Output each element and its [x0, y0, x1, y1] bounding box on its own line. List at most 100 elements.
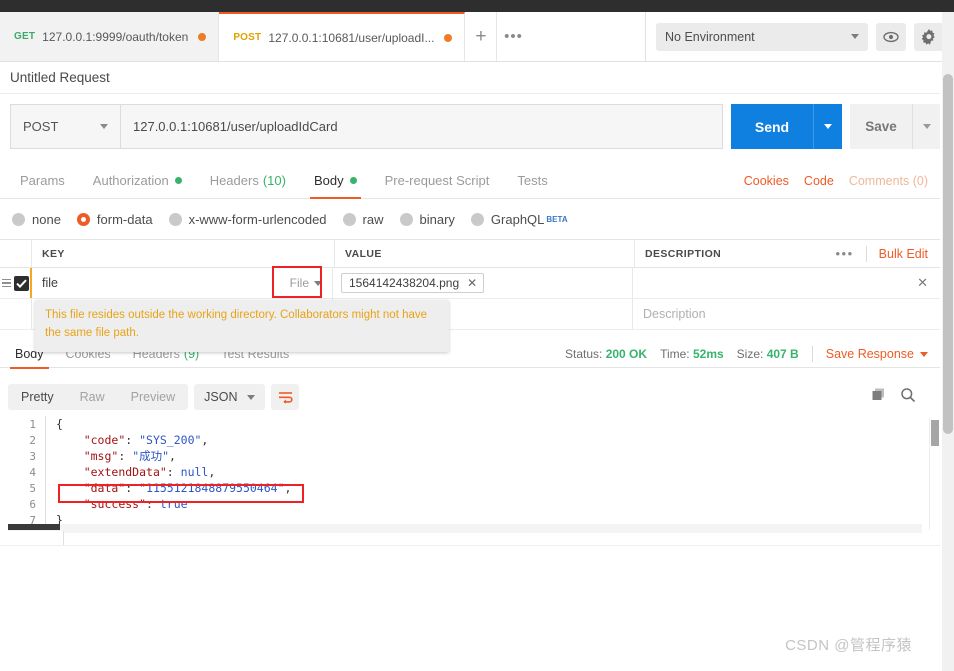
tab-tests-label: Tests — [517, 173, 548, 188]
drag-handle-icon[interactable] — [2, 278, 11, 288]
copy-button[interactable] — [871, 387, 886, 407]
response-body-footer-strip — [8, 531, 64, 545]
table-options-button[interactable]: ••• — [836, 246, 854, 261]
settings-button[interactable] — [914, 22, 944, 51]
line-number: 5 — [29, 481, 36, 495]
body-type-options: none form-data x-www-form-urlencoded raw… — [10, 200, 940, 238]
tab-headers[interactable]: Headers (10) — [196, 163, 300, 198]
row-key-type-select[interactable]: File — [290, 276, 328, 290]
copy-icon — [872, 388, 884, 400]
response-body-horizontal-scrollbar[interactable] — [8, 524, 922, 533]
body-type-x-www-form-urlencoded[interactable]: x-www-form-urlencoded — [167, 212, 337, 227]
line-content: "msg": "成功", — [83, 449, 176, 463]
response-body-viewer[interactable]: 1{2 "code": "SYS_200", 3 "msg": "成功", 4 "e… — [8, 416, 922, 534]
response-viewer-actions — [871, 387, 940, 408]
body-type-graphql-label: GraphQL — [490, 211, 545, 227]
http-method-select[interactable]: POST — [10, 104, 120, 149]
row-description-cell[interactable]: Description — [633, 299, 940, 329]
beta-badge: BETA — [546, 214, 568, 224]
tab-body[interactable]: Body — [300, 163, 371, 199]
save-response-button[interactable]: Save Response — [826, 347, 928, 361]
response-format-value: JSON — [204, 390, 238, 404]
request-tab-1[interactable]: POST 127.0.0.1:10681/user/uploadI... — [219, 12, 466, 61]
environment-select[interactable]: No Environment — [656, 22, 868, 51]
code-link[interactable]: Code — [804, 174, 834, 188]
view-mode-preview[interactable]: Preview — [118, 384, 188, 410]
check-icon — [16, 279, 27, 288]
status-label: Status: — [565, 347, 603, 361]
scrollbar-thumb[interactable] — [8, 524, 60, 530]
tab-pre-request-script[interactable]: Pre-request Script — [371, 163, 504, 198]
body-type-raw-label: raw — [362, 211, 384, 227]
header-value: VALUE — [335, 240, 635, 267]
unsaved-dot-icon — [198, 32, 207, 41]
tab-authorization-label: Authorization — [92, 173, 169, 188]
cookies-link[interactable]: Cookies — [744, 174, 789, 188]
response-viewer-toolbar: Pretty Raw Preview JSON — [8, 380, 940, 414]
table-row: file File 1564142438204.png ✕ ✕ — [0, 268, 940, 299]
body-type-urlencoded-label: x-www-form-urlencoded — [188, 211, 327, 227]
request-tab-0-method: GET — [14, 31, 36, 42]
new-tab-button[interactable]: + — [465, 12, 498, 61]
row-description-cell[interactable]: ✕ — [633, 268, 940, 298]
radio-icon — [168, 212, 182, 226]
body-type-none-label: none — [32, 211, 61, 227]
request-url-input[interactable]: 127.0.0.1:10681/user/uploadIdCard — [120, 104, 723, 149]
send-button[interactable]: Send — [731, 104, 813, 149]
time-label: Time: — [660, 347, 690, 361]
green-dot-icon — [174, 177, 182, 184]
view-mode-raw[interactable]: Raw — [67, 384, 118, 410]
row-enabled-checkbox[interactable] — [14, 275, 29, 291]
tab-params-label: Params — [20, 173, 65, 188]
radio-selected-icon — [76, 212, 90, 226]
request-tab-0[interactable]: GET 127.0.0.1:9999/oauth/token — [0, 12, 220, 61]
selected-file-name: 1564142438204.png — [349, 276, 460, 290]
body-type-raw[interactable]: raw — [341, 212, 394, 227]
response-body-line: 6 "success": true — [9, 496, 922, 512]
line-content: "code": "SYS_200", — [83, 433, 209, 447]
response-format-select[interactable]: JSON — [194, 384, 266, 410]
body-type-none[interactable]: none — [10, 212, 71, 227]
view-mode-pretty[interactable]: Pretty — [8, 384, 67, 410]
row-value-cell[interactable]: 1564142438204.png ✕ — [333, 268, 633, 298]
eye-icon — [883, 31, 899, 42]
status-group: Status: 200 OK — [565, 347, 647, 361]
response-body-lines: 1{2 "code": "SYS_200", 3 "msg": "成功", 4 "e… — [9, 416, 922, 528]
tab-authorization[interactable]: Authorization — [79, 163, 196, 198]
send-options-button[interactable] — [813, 104, 842, 149]
header-description: DESCRIPTION — [645, 247, 722, 260]
tab-headers-label: Headers — [209, 173, 259, 188]
body-type-binary[interactable]: binary — [398, 212, 465, 227]
body-type-form-data-label: form-data — [96, 211, 153, 227]
response-body-line: 2 "code": "SYS_200", — [9, 432, 922, 448]
selected-file-chip[interactable]: 1564142438204.png ✕ — [341, 273, 485, 293]
word-wrap-button[interactable] — [271, 384, 300, 410]
response-body-line: 1{ — [9, 416, 922, 432]
body-type-form-data[interactable]: form-data — [75, 212, 163, 227]
save-button[interactable]: Save — [850, 104, 912, 149]
save-options-button[interactable] — [912, 104, 940, 149]
line-number: 3 — [29, 449, 36, 463]
tab-tests[interactable]: Tests — [503, 163, 561, 198]
bulk-edit-button[interactable]: Bulk Edit — [879, 247, 928, 261]
row-key-cell[interactable]: file File — [30, 268, 333, 298]
body-type-graphql[interactable]: GraphQL BETA — [469, 212, 578, 227]
app-vertical-scrollbar[interactable] — [942, 12, 954, 671]
tab-overflow-menu-button[interactable]: ••• — [497, 12, 530, 61]
tab-params[interactable]: Params — [6, 163, 79, 198]
scrollbar-thumb[interactable] — [943, 74, 953, 434]
status-badge: 200 OK — [605, 347, 648, 361]
request-tabs-actions: Cookies Code Comments (0) — [744, 163, 940, 198]
response-body-line: 5 "data": "1155121848879550464", — [9, 480, 922, 496]
delete-row-icon[interactable]: ✕ — [917, 275, 928, 291]
chevron-down-icon — [247, 394, 256, 400]
request-section-tabs: Params Authorization Headers (10) Body P… — [0, 163, 940, 199]
header-key: KEY — [32, 240, 335, 267]
remove-file-icon[interactable]: ✕ — [467, 276, 477, 290]
comments-link[interactable]: Comments (0) — [849, 174, 928, 188]
response-body-vertical-scrollbar[interactable] — [929, 418, 939, 530]
scrollbar-thumb[interactable] — [931, 420, 939, 446]
response-view-mode-group: Pretty Raw Preview — [8, 384, 189, 410]
search-button[interactable] — [900, 387, 916, 408]
environment-quick-look-button[interactable] — [876, 22, 906, 51]
